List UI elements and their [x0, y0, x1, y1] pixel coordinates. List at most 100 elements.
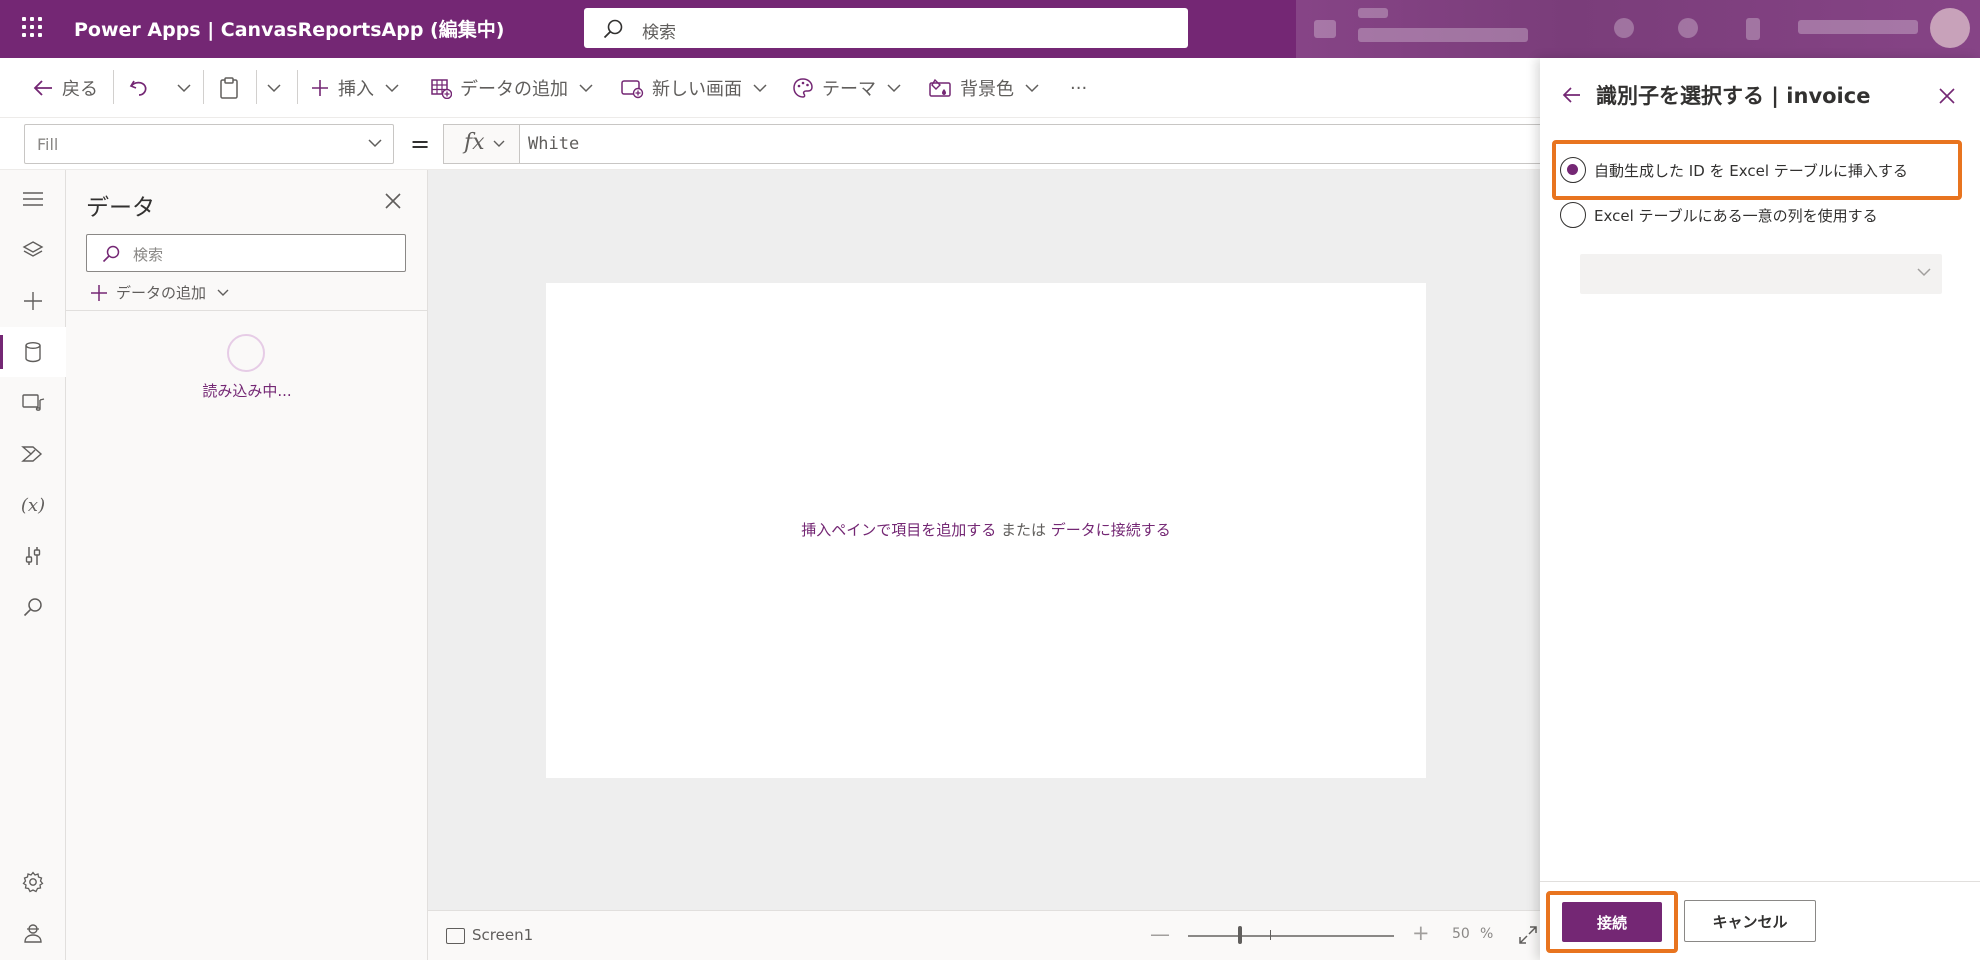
- formula-bar: Fill = fx White: [0, 118, 1540, 170]
- menu-button[interactable]: [0, 174, 66, 224]
- tools-icon: [25, 547, 41, 565]
- app-screen[interactable]: 挿入ペインで項目を追加する または データに接続する: [546, 283, 1426, 778]
- undo-dropdown[interactable]: [176, 58, 200, 118]
- toolbar-divider: [256, 70, 257, 104]
- paste-dropdown[interactable]: [266, 58, 290, 118]
- data-pane-title: データ: [86, 195, 155, 221]
- variables-button[interactable]: (𝑥): [0, 480, 66, 530]
- plus-icon: [91, 284, 107, 301]
- data-pane-button[interactable]: [0, 327, 66, 377]
- zoom-slider-thumb[interactable]: [1238, 926, 1242, 944]
- property-dropdown[interactable]: Fill: [24, 124, 394, 164]
- zoom-out-button[interactable]: —: [1150, 922, 1170, 946]
- empty-screen-hint: 挿入ペインで項目を追加する または データに接続する: [546, 519, 1426, 540]
- undo-button[interactable]: [128, 58, 158, 118]
- search-icon: [23, 598, 42, 617]
- chevron-down-icon: [385, 84, 399, 93]
- loading-text: 読み込み中...: [202, 382, 292, 400]
- formula-input[interactable]: White: [519, 124, 1540, 164]
- search-pane-button[interactable]: [0, 582, 66, 632]
- back-button[interactable]: 戻る: [32, 58, 98, 118]
- back-arrow-icon[interactable]: [1562, 86, 1582, 104]
- insert-pane-button[interactable]: [0, 276, 66, 326]
- paste-button[interactable]: [218, 58, 248, 118]
- screen-icon: [446, 928, 465, 944]
- radio-unique-column[interactable]: Excel テーブルにある一意の列を使用する: [1560, 201, 1878, 229]
- more-commands-button[interactable]: ···: [1070, 58, 1087, 118]
- insert-pane-link[interactable]: 挿入ペインで項目を追加する: [801, 521, 996, 539]
- app-header: Power Apps | CanvasReportsApp (編集中) 検索: [0, 0, 1980, 58]
- global-search-placeholder: 検索: [642, 23, 676, 43]
- screen-selector[interactable]: Screen1: [472, 926, 533, 944]
- data-search-input[interactable]: 検索: [86, 234, 406, 272]
- chevron-down-icon: [579, 84, 593, 93]
- hamburger-icon: [23, 192, 43, 206]
- background-icon: [929, 78, 951, 97]
- chevron-down-icon: [1025, 84, 1039, 93]
- theme-button[interactable]: テーマ: [792, 58, 910, 118]
- connect-button[interactable]: 接続: [1562, 902, 1662, 942]
- media-pane-button[interactable]: [0, 378, 66, 428]
- plus-icon: [24, 292, 42, 310]
- connect-data-link[interactable]: データに接続する: [1051, 521, 1171, 539]
- insert-label: 挿入: [338, 79, 374, 100]
- plus-icon: [312, 80, 328, 96]
- chevron-down-icon: [887, 84, 901, 93]
- fx-icon: fx: [464, 130, 485, 155]
- chevron-down-icon: [267, 84, 281, 93]
- zoom-value[interactable]: 50: [1452, 926, 1470, 942]
- fit-to-window-icon[interactable]: [1518, 925, 1538, 945]
- canvas-area: 挿入ペインで項目を追加する または データに接続する: [428, 170, 1540, 910]
- data-pane: データ 検索 データの追加 読み込み中...: [66, 170, 428, 960]
- power-automate-button[interactable]: [0, 429, 66, 479]
- paste-icon: [220, 77, 238, 99]
- new-screen-icon: [621, 80, 644, 99]
- insert-button[interactable]: 挿入: [310, 58, 408, 118]
- back-label: 戻る: [62, 79, 98, 100]
- radio-button-unchecked[interactable]: [1560, 202, 1586, 228]
- new-screen-button[interactable]: 新しい画面: [620, 58, 776, 118]
- left-rail: (𝑥): [0, 170, 66, 960]
- unique-column-dropdown[interactable]: [1580, 254, 1942, 294]
- zoom-in-button[interactable]: +: [1412, 921, 1430, 945]
- search-icon: [603, 19, 623, 39]
- cancel-button[interactable]: キャンセル: [1684, 900, 1816, 942]
- background-color-button[interactable]: 背景色: [928, 58, 1048, 118]
- panel-title: 識別子を選択する | invoice: [1596, 84, 1871, 108]
- new-screen-label: 新しい画面: [652, 79, 742, 100]
- chevron-down-icon: [368, 139, 382, 148]
- tree-view-button[interactable]: [0, 225, 66, 275]
- database-icon: [25, 342, 41, 363]
- data-search-placeholder: 検索: [133, 246, 164, 264]
- panel-footer-divider: [1540, 881, 1980, 882]
- global-search-box[interactable]: 検索: [584, 8, 1188, 48]
- radio-auto-id[interactable]: 自動生成した ID を Excel テーブルに挿入する: [1560, 156, 1908, 184]
- toolbar-divider: [297, 70, 298, 104]
- settings-button[interactable]: [0, 857, 66, 907]
- loading-spinner: [227, 334, 265, 372]
- radio-unique-column-label: Excel テーブルにある一意の列を使用する: [1594, 206, 1878, 225]
- function-button[interactable]: fx: [443, 124, 519, 164]
- data-pane-divider: [66, 310, 428, 311]
- close-icon[interactable]: [1938, 87, 1956, 105]
- formula-value: White: [528, 134, 580, 154]
- waffle-icon[interactable]: [22, 17, 42, 37]
- advanced-tools-button[interactable]: [0, 531, 66, 581]
- app-title: Power Apps | CanvasReportsApp (編集中): [74, 19, 505, 41]
- theme-label: テーマ: [822, 79, 876, 100]
- add-data-link[interactable]: データの追加: [90, 282, 238, 303]
- hint-separator: または: [996, 521, 1051, 539]
- toolbar-divider: [203, 70, 204, 104]
- settings-icon: [22, 871, 44, 893]
- select-identifier-panel: 識別子を選択する | invoice 自動生成した ID を Excel テーブ…: [1540, 58, 1980, 960]
- radio-button-checked[interactable]: [1560, 157, 1586, 183]
- equals-sign: =: [410, 130, 431, 158]
- zoom-slider-tick: [1270, 930, 1271, 940]
- add-data-button[interactable]: データの追加: [430, 58, 602, 118]
- toolbar-divider: [113, 70, 114, 104]
- chevron-down-icon: [217, 289, 229, 296]
- close-icon[interactable]: [384, 192, 402, 210]
- variable-icon: (𝑥): [20, 494, 46, 516]
- zoom-slider[interactable]: [1188, 935, 1394, 937]
- virtual-agent-button[interactable]: [0, 908, 66, 958]
